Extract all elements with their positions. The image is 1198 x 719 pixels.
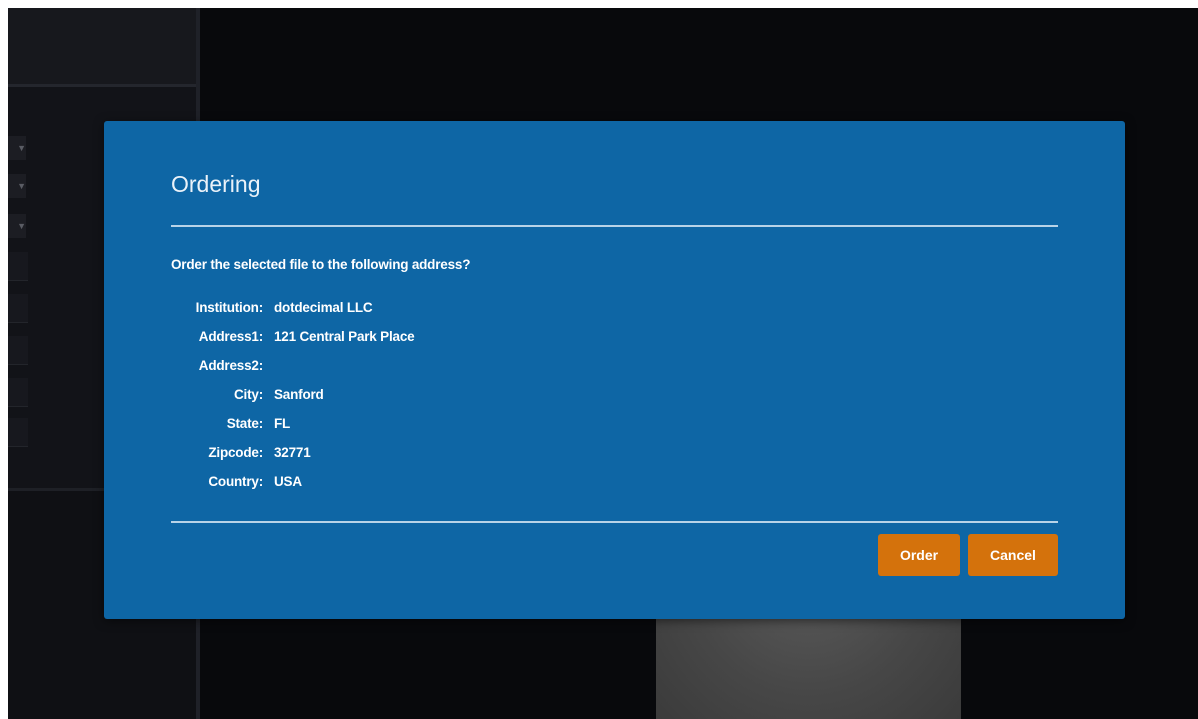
field-label: State: <box>226 416 264 431</box>
field-label: Institution: <box>195 300 264 315</box>
order-button[interactable]: Order <box>878 534 960 576</box>
field-label: City: <box>234 387 263 402</box>
field-value: dotdecimal LLC <box>274 300 373 315</box>
divider-top <box>171 225 1058 227</box>
cancel-button[interactable]: Cancel <box>968 534 1058 576</box>
field-value: Sanford <box>274 387 324 402</box>
field-value: 121 Central Park Place <box>274 329 415 344</box>
dialog-title: Ordering <box>171 171 261 197</box>
field-value: USA <box>274 474 302 489</box>
divider-bottom <box>171 521 1058 523</box>
field-label: Address2: <box>198 358 263 373</box>
field-label: Country: <box>208 474 263 489</box>
field-label: Address1: <box>198 329 263 344</box>
field-value: 32771 <box>274 445 311 460</box>
field-label: Zipcode: <box>208 445 263 460</box>
dialog-question: Order the selected file to the following… <box>171 257 471 272</box>
ordering-dialog: Ordering Order the selected file to the … <box>104 121 1125 619</box>
modal-backdrop: Ordering Order the selected file to the … <box>0 0 1198 719</box>
field-value: FL <box>274 416 291 431</box>
